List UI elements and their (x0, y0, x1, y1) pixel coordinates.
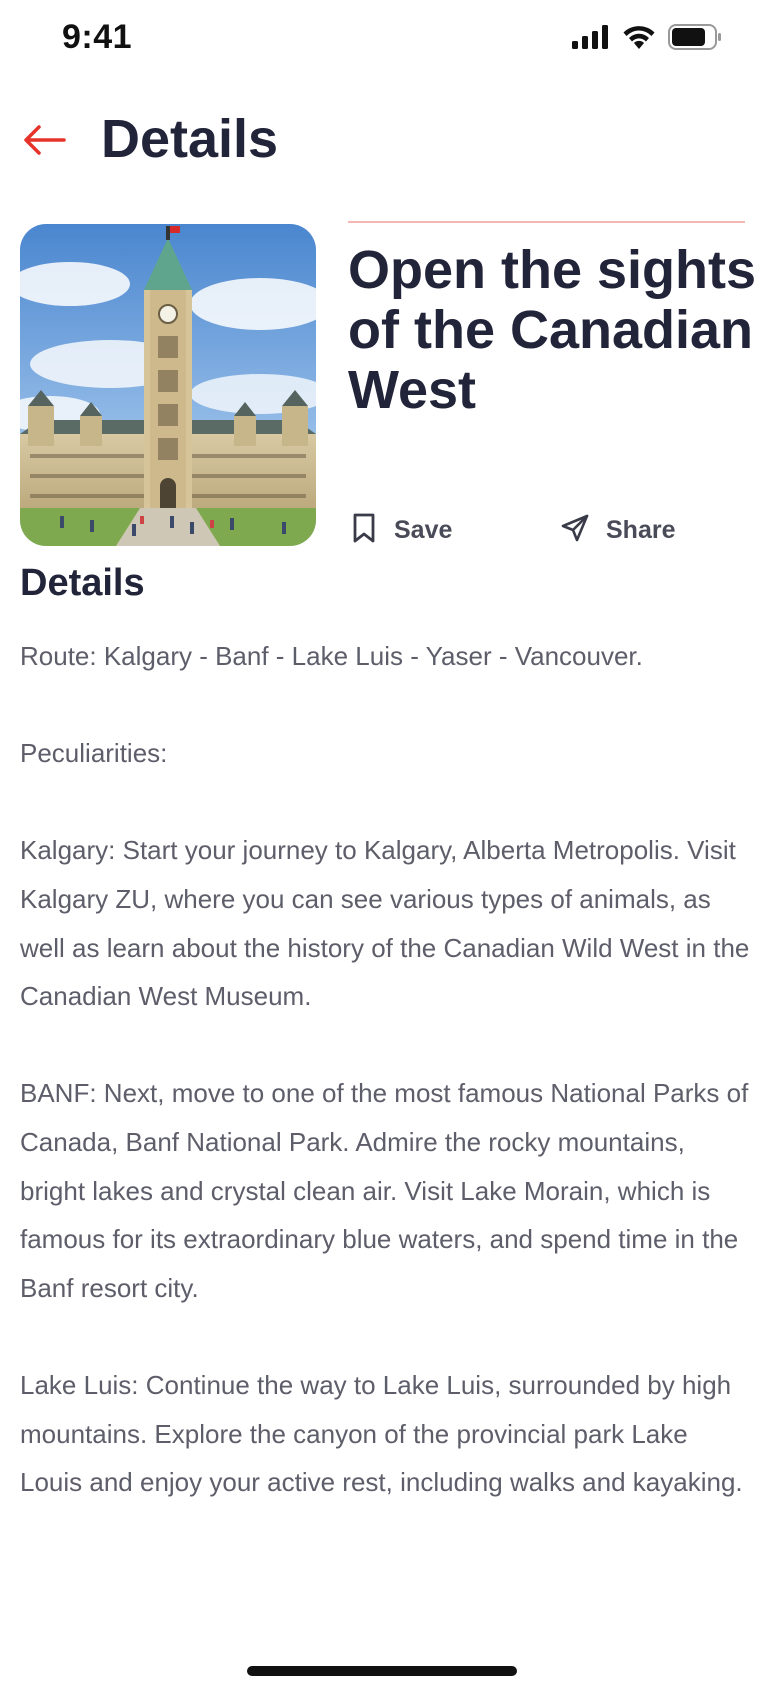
page-title: Details (101, 109, 279, 169)
card-title: Open the sights of the Canadian West (348, 240, 757, 420)
description: Route: Kalgary - Banf - Lake Luis - Yase… (20, 632, 750, 1694)
status-bar: 9:41 (0, 0, 766, 80)
signal-icon (572, 25, 610, 54)
home-indicator[interactable] (247, 1666, 517, 1676)
save-label: Save (394, 515, 453, 544)
status-time: 9:41 (62, 18, 133, 56)
share-label: Share (606, 515, 676, 544)
section-heading: Details (20, 562, 145, 604)
description-paragraph: Kalgary: Start your journey to Kalgary, … (20, 835, 750, 1012)
description-paragraph: BANF: Next, move to one of the most famo… (20, 1078, 749, 1303)
description-paragraph: Route: Kalgary - Banf - Lake Luis - Yase… (20, 641, 643, 671)
wifi-icon (622, 25, 656, 54)
description-paragraph: Lake Luis: Continue the way to Lake Luis… (20, 1369, 743, 1498)
back-button[interactable] (20, 120, 70, 164)
share-button[interactable]: Share (560, 508, 675, 552)
save-button[interactable]: Save (350, 508, 452, 552)
header: Details (0, 100, 766, 180)
hero-image (20, 224, 316, 546)
send-icon (560, 513, 590, 548)
arrow-left-icon (22, 123, 68, 162)
description-paragraph: Peculiarities: (20, 738, 168, 769)
title-divider (348, 221, 745, 223)
battery-icon (668, 24, 722, 55)
status-icons (572, 24, 722, 55)
bookmark-icon (350, 512, 378, 549)
